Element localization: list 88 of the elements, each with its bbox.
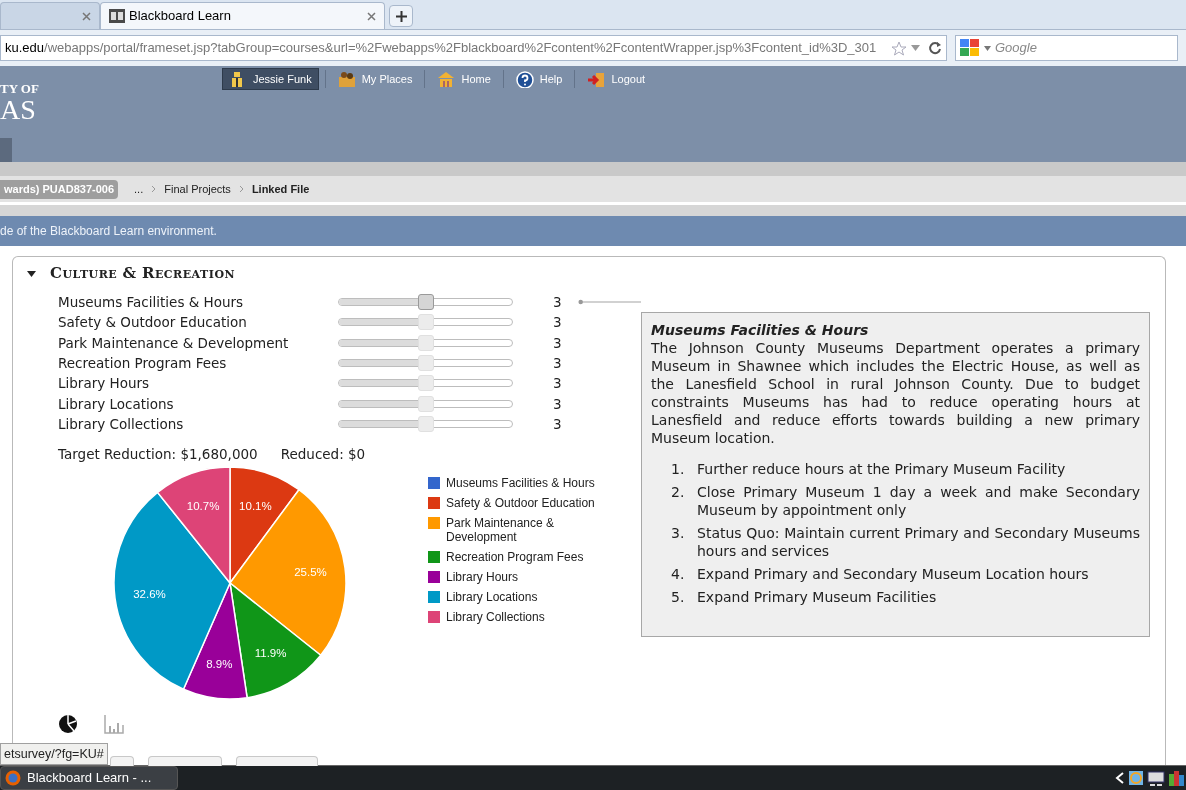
dropdown-icon[interactable]: [911, 45, 920, 51]
logo-text: AS: [0, 96, 37, 124]
breadcrumb-link[interactable]: ...: [134, 180, 144, 198]
header-tab-block: [0, 138, 12, 162]
banner-text: de of the Blackboard Learn environment.: [0, 223, 217, 240]
people-icon: [337, 70, 356, 88]
search-engine-icon[interactable]: [960, 39, 980, 57]
list-item-text: Close Primary Museum 1 day a week and make Secondary Museum by appointment only: [697, 483, 1140, 519]
tab-favicon-icon: [109, 9, 125, 23]
browser-tab[interactable]: Blackboard Learn: [100, 2, 385, 29]
chevron-icon[interactable]: [1115, 772, 1125, 784]
reduced-text: Reduced: $0: [280, 445, 366, 465]
logout-icon: [587, 70, 606, 88]
slider-value: 3: [553, 353, 563, 373]
slider-label: Museums Facilities & Hours: [58, 293, 245, 312]
slider-label: Park Maintenance & Development: [58, 333, 290, 353]
breadcrumb-link[interactable]: Final Projects: [164, 180, 231, 198]
slice-label: 11.9%: [254, 647, 287, 660]
slider-label: Library Locations: [58, 394, 175, 414]
list-item-text: Status Quo: Maintain current Primary and Secondary Museums hours and services: [697, 524, 1140, 560]
chevron-icon: [238, 185, 244, 193]
slider-value: 3: [553, 333, 563, 353]
detail-text: The Johnson County Museums Department operates a primary Museum in Shawnee which includes the Electric House, as well as the Lanesfield School in rural Johnson County. Due to budget constraints Museums has had to reduce operating hours at Lanesfield and reduce efforts towards building a new primary Museum location.: [651, 339, 1140, 447]
slice-label: 32.6%: [133, 587, 166, 600]
url-text: ku.edu/webapps/portal/frameset.jsp?tabGroup=courses&url=%2Fwebapps%2Fblackboard%2Fcontent%2FcontentWrapper.jsp%3Fcontent_id%3D_301: [5, 39, 877, 58]
browser-app-icon: [5, 770, 21, 786]
browser-tab[interactable]: [0, 2, 100, 29]
partial-button[interactable]: [148, 756, 222, 766]
legend-label: Library Collections: [446, 610, 546, 625]
monitor-icon[interactable]: [1147, 770, 1165, 786]
search-input[interactable]: Google: [995, 38, 1173, 58]
search-field[interactable]: Google: [955, 35, 1178, 61]
slider-label: Library Collections: [58, 414, 185, 434]
close-icon[interactable]: [367, 11, 376, 21]
slider-value: 3: [553, 374, 563, 394]
plus-icon: [395, 10, 407, 22]
address-field[interactable]: ku.edu/webapps/portal/frameset.jsp?tabGroup=courses&url=%2Fwebapps%2Fblackboard%2Fcontent%2FcontentWrapper.jsp%3Fcontent_id%3D_301: [0, 35, 947, 61]
list-number: 2.: [671, 483, 686, 502]
status-url: etsurvey/?fg=KU#: [0, 743, 108, 765]
slider-value: 3: [553, 313, 563, 333]
pie-chart-icon[interactable]: [58, 714, 78, 735]
nav-link[interactable]: Jessie Funk: [222, 68, 319, 90]
slider-label: Safety & Outdoor Education: [58, 313, 248, 333]
detail-title: Museums Facilities & Hours: [651, 321, 870, 339]
list-item-text: Further reduce hours at the Primary Museum Facility: [697, 460, 1066, 478]
legend-label: Park Maintenance & Development: [446, 516, 556, 545]
slider-label: Library Hours: [58, 374, 151, 394]
dropdown-icon[interactable]: [984, 45, 991, 51]
caret-icon[interactable]: [27, 268, 36, 278]
reload-icon[interactable]: [928, 41, 942, 55]
home-icon: [437, 70, 456, 88]
slice-label: 10.7%: [186, 500, 220, 513]
legend-label: Library Hours: [446, 570, 520, 585]
tray-icon[interactable]: [1128, 770, 1144, 786]
slider-value: 3: [553, 394, 563, 414]
tab-title: Blackboard Learn: [129, 7, 231, 26]
help-icon: [515, 70, 534, 88]
list-item-text: Expand Primary and Secondary Museum Location hours: [697, 565, 1089, 583]
leader-line: [577, 299, 641, 306]
partial-button[interactable]: [110, 756, 134, 766]
target-text: Target Reduction: $1,680,000: [58, 445, 258, 465]
slice-label: 25.5%: [294, 566, 327, 579]
chevron-icon: [151, 185, 157, 193]
legend-label: Recreation Program Fees: [446, 550, 585, 565]
list-number: 3.: [671, 524, 686, 543]
slice-label: 10.1%: [239, 500, 272, 512]
bar-chart-icon[interactable]: [104, 714, 124, 735]
list-number: 4.: [671, 565, 686, 583]
tray-icon[interactable]: [1168, 770, 1184, 786]
taskbar-button[interactable]: Blackboard Learn - ...: [0, 766, 178, 790]
slider-label: Recreation Program Fees: [58, 353, 228, 373]
legend-label: Museums Facilities & Hours: [446, 476, 596, 491]
slider-value: 3: [553, 293, 563, 312]
breadcrumb-link[interactable]: Linked File: [251, 180, 310, 198]
list-item-text: Expand Primary Museum Facilities: [697, 588, 937, 606]
slice-label: 8.9%: [206, 657, 233, 670]
list-number: 5.: [671, 588, 686, 606]
legend-label: Library Locations: [446, 590, 539, 605]
slider-thumb[interactable]: [417, 294, 434, 311]
partial-button[interactable]: [236, 756, 318, 766]
star-icon[interactable]: [891, 40, 907, 56]
legend-label: Safety & Outdoor Education: [446, 496, 596, 511]
logo-text: TY OF: [0, 82, 40, 96]
slider-value: 3: [553, 414, 563, 434]
list-number: 1.: [671, 460, 686, 478]
close-icon[interactable]: [82, 11, 91, 21]
section-title[interactable]: CULTURE & RECREATION: [50, 261, 236, 285]
new-tab-button[interactable]: [389, 5, 413, 27]
